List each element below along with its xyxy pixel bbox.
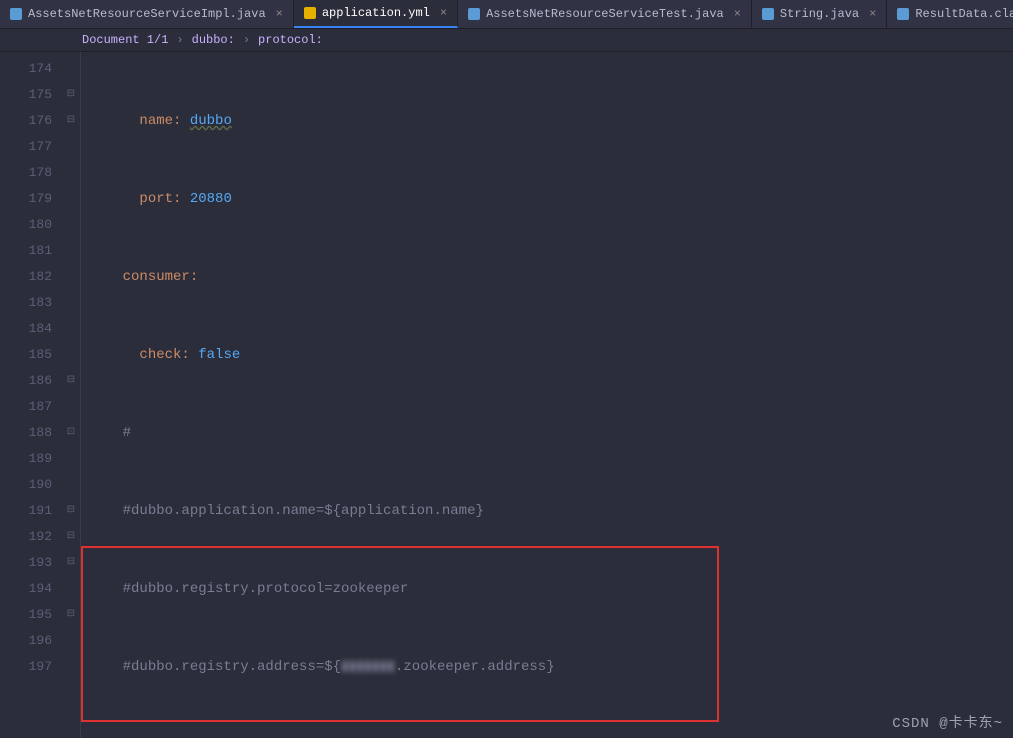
line-number: 194	[0, 576, 52, 602]
line-number-gutter: 1741751761771781791801811821831841851861…	[0, 52, 62, 738]
code-line[interactable]: name: dubbo	[89, 108, 1013, 134]
fold-marker[interactable]	[62, 186, 80, 212]
fold-marker[interactable]	[62, 134, 80, 160]
yaml-icon	[304, 7, 316, 19]
tab-assets-test[interactable]: AssetsNetResourceServiceTest.java×	[458, 0, 752, 28]
fold-marker[interactable]: ⊟	[62, 82, 80, 108]
close-icon[interactable]: ×	[440, 6, 447, 20]
line-number: 175	[0, 82, 52, 108]
breadcrumb-dubbo[interactable]: dubbo:	[192, 33, 235, 47]
line-number: 192	[0, 524, 52, 550]
code-content[interactable]: name: dubbo port: 20880 consumer: check:…	[81, 52, 1013, 738]
fold-marker[interactable]: ⊟	[62, 498, 80, 524]
tab-resultdata[interactable]: ResultData.class×	[887, 0, 1013, 28]
java-icon	[762, 8, 774, 20]
code-line[interactable]: check: false	[89, 342, 1013, 368]
fold-marker[interactable]: ⊡	[62, 420, 80, 446]
line-number: 187	[0, 394, 52, 420]
breadcrumb-protocol[interactable]: protocol:	[258, 33, 323, 47]
fold-marker[interactable]	[62, 394, 80, 420]
fold-marker[interactable]	[62, 576, 80, 602]
code-editor[interactable]: 1741751761771781791801811821831841851861…	[0, 52, 1013, 738]
fold-marker[interactable]: ⊟	[62, 550, 80, 576]
fold-marker[interactable]	[62, 212, 80, 238]
line-number: 188	[0, 420, 52, 446]
chevron-right-icon: ›	[243, 33, 250, 47]
tab-string[interactable]: String.java×	[752, 0, 887, 28]
fold-gutter[interactable]: ⊟⊟⊟⊡⊟⊟⊟⊟	[62, 52, 81, 738]
fold-marker[interactable]: ⊟	[62, 524, 80, 550]
close-icon[interactable]: ×	[734, 7, 741, 21]
code-line[interactable]: #dubbo.registry.id=dubbo-registry	[89, 732, 1013, 738]
code-line[interactable]: port: 20880	[89, 186, 1013, 212]
line-number: 195	[0, 602, 52, 628]
line-number: 178	[0, 160, 52, 186]
breadcrumb: Document 1/1 › dubbo: › protocol:	[0, 29, 1013, 52]
fold-marker[interactable]	[62, 238, 80, 264]
code-line[interactable]: #	[89, 420, 1013, 446]
line-number: 186	[0, 368, 52, 394]
line-number: 197	[0, 654, 52, 680]
fold-marker[interactable]: ⊟	[62, 602, 80, 628]
fold-marker[interactable]	[62, 56, 80, 82]
fold-marker[interactable]	[62, 654, 80, 680]
close-icon[interactable]: ×	[276, 7, 283, 21]
class-icon	[897, 8, 909, 20]
line-number: 196	[0, 628, 52, 654]
line-number: 179	[0, 186, 52, 212]
java-icon	[468, 8, 480, 20]
line-number: 174	[0, 56, 52, 82]
fold-marker[interactable]	[62, 160, 80, 186]
line-number: 189	[0, 446, 52, 472]
line-number: 181	[0, 238, 52, 264]
tab-application-yml[interactable]: application.yml×	[294, 0, 458, 28]
line-number: 183	[0, 290, 52, 316]
line-number: 182	[0, 264, 52, 290]
line-number: 193	[0, 550, 52, 576]
fold-marker[interactable]: ⊟	[62, 368, 80, 394]
code-line[interactable]: #dubbo.registry.protocol=zookeeper	[89, 576, 1013, 602]
java-icon	[10, 8, 22, 20]
code-line[interactable]: #dubbo.application.name=${application.na…	[89, 498, 1013, 524]
line-number: 176	[0, 108, 52, 134]
fold-marker[interactable]	[62, 342, 80, 368]
breadcrumb-doc[interactable]: Document 1/1	[82, 33, 168, 47]
chevron-right-icon: ›	[176, 33, 183, 47]
fold-marker[interactable]	[62, 446, 80, 472]
fold-marker[interactable]	[62, 316, 80, 342]
fold-marker[interactable]	[62, 290, 80, 316]
line-number: 184	[0, 316, 52, 342]
watermark: CSDN @卡卡东~	[892, 712, 1003, 732]
close-icon[interactable]: ×	[869, 7, 876, 21]
line-number: 191	[0, 498, 52, 524]
tab-assets-impl[interactable]: AssetsNetResourceServiceImpl.java×	[0, 0, 294, 28]
line-number: 180	[0, 212, 52, 238]
line-number: 190	[0, 472, 52, 498]
fold-marker[interactable]	[62, 628, 80, 654]
code-line[interactable]: #dubbo.registry.address=${▮▮▮▮▮▮▮.zookee…	[89, 654, 1013, 680]
fold-marker[interactable]	[62, 264, 80, 290]
fold-marker[interactable]: ⊟	[62, 108, 80, 134]
fold-marker[interactable]	[62, 472, 80, 498]
code-line[interactable]: consumer:	[89, 264, 1013, 290]
editor-tabs: AssetsNetResourceServiceImpl.java× appli…	[0, 0, 1013, 29]
highlight-box	[81, 546, 719, 722]
line-number: 177	[0, 134, 52, 160]
line-number: 185	[0, 342, 52, 368]
